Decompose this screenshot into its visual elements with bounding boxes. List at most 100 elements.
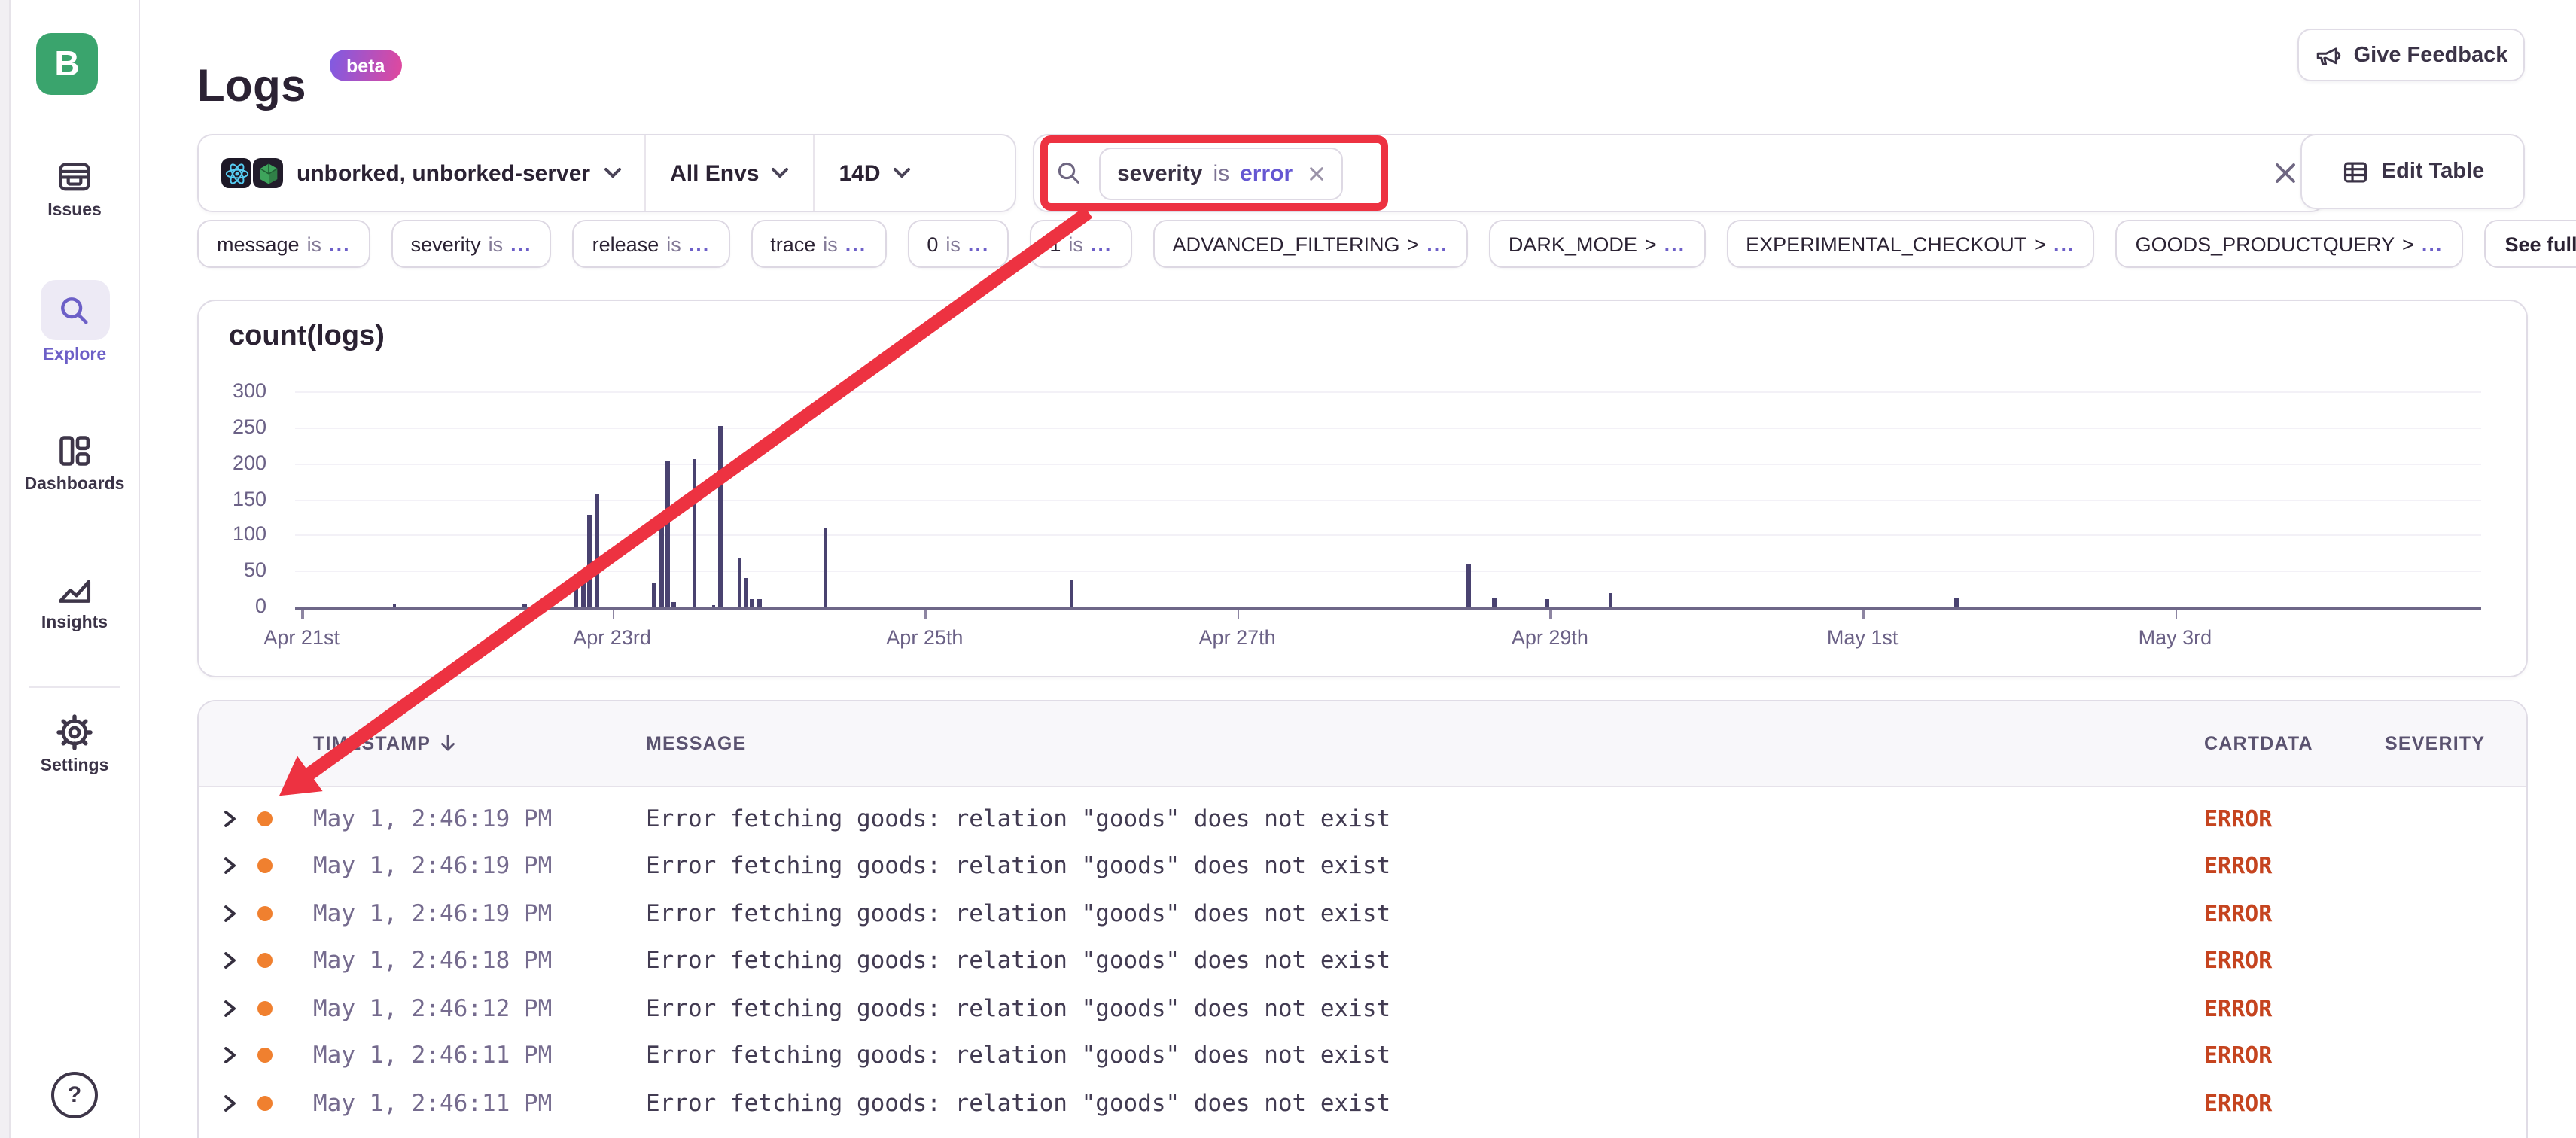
expand-chevron-icon[interactable] — [221, 905, 238, 923]
search-icon — [1055, 160, 1082, 187]
table-row[interactable]: May 1, 2:46:11 PM Error fetching goods: … — [199, 1127, 2526, 1138]
quick-filter-chip[interactable]: 1 is ... — [1030, 220, 1131, 268]
table-row[interactable]: May 1, 2:46:11 PM Error fetching goods: … — [199, 1032, 2526, 1079]
quick-filter-chip[interactable]: EXPERIMENTAL_CHECKOUT > ... — [1726, 220, 2094, 268]
chip-operator: is — [489, 233, 504, 255]
page-title: Logs — [197, 62, 306, 113]
column-header-timestamp[interactable]: TIMESTAMP — [313, 701, 458, 786]
table-row[interactable]: May 1, 2:46:12 PM Error fetching goods: … — [199, 984, 2526, 1032]
quick-filter-chip[interactable]: trace is ... — [751, 220, 886, 268]
project-selector[interactable]: unborked, unborked-server — [199, 135, 644, 211]
row-timestamp: May 1, 2:46:19 PM — [313, 853, 552, 880]
chart-bar — [588, 515, 592, 607]
expand-chevron-icon[interactable] — [221, 857, 238, 875]
chip-ellipsis: ... — [968, 233, 990, 255]
see-full-list-button[interactable]: See full list — [2483, 220, 2576, 268]
expand-chevron-icon[interactable] — [221, 810, 238, 828]
quick-filters-row: message is ... severity is ... release i… — [197, 221, 2576, 266]
y-axis-tick-label: 0 — [199, 595, 266, 617]
table-row[interactable]: May 1, 2:46:18 PM Error fetching goods: … — [199, 937, 2526, 984]
expand-chevron-icon[interactable] — [221, 1000, 238, 1018]
grid-icon — [56, 432, 93, 470]
date-range-selector[interactable]: 14D — [815, 135, 934, 211]
expand-chevron-icon[interactable] — [221, 1094, 238, 1112]
quick-filter-chip[interactable]: 0 is ... — [907, 220, 1009, 268]
quick-filter-chip[interactable]: release is ... — [573, 220, 730, 268]
beta-badge: beta — [330, 50, 401, 81]
sidebar-item-settings[interactable]: Settings — [11, 714, 139, 775]
table-row[interactable]: May 1, 2:46:19 PM Error fetching goods: … — [199, 842, 2526, 890]
chart-bar — [1545, 599, 1548, 607]
table-row[interactable]: May 1, 2:46:19 PM Error fetching goods: … — [199, 795, 2526, 842]
chart-bar — [718, 426, 722, 607]
chart-bar — [672, 602, 676, 607]
chart-line-icon — [56, 571, 93, 608]
row-severity: ERROR — [2204, 1090, 2272, 1117]
quick-filter-chip[interactable]: DARK_MODE > ... — [1489, 220, 1705, 268]
quick-filter-chip[interactable]: GOODS_PRODUCTQUERY > ... — [2116, 220, 2463, 268]
chart-bar — [653, 583, 656, 607]
chip-key: 0 — [927, 233, 938, 255]
chip-ellipsis: ... — [845, 233, 867, 255]
environment-selector[interactable]: All Envs — [646, 135, 813, 211]
chart-bar — [523, 603, 527, 607]
column-header-severity[interactable]: SEVERITY — [2385, 701, 2485, 786]
sidebar-item-explore[interactable]: Explore — [11, 280, 139, 364]
column-header-message[interactable]: MESSAGE — [646, 701, 746, 786]
help-button[interactable]: ? — [51, 1072, 98, 1118]
explore-active-pill — [40, 280, 109, 340]
search-filter-token[interactable]: severity is error — [1099, 147, 1342, 199]
quick-filter-chip[interactable]: ADVANCED_FILTERING > ... — [1153, 220, 1467, 268]
quick-filter-chip[interactable]: message is ... — [197, 220, 370, 268]
row-timestamp: May 1, 2:46:11 PM — [313, 1090, 552, 1117]
edit-table-button[interactable]: Edit Table — [2300, 134, 2525, 209]
quick-filter-chip[interactable]: severity is ... — [391, 220, 552, 268]
token-remove-icon[interactable] — [1308, 165, 1324, 181]
chip-key: DARK_MODE — [1509, 233, 1637, 255]
sidebar-item-label: Insights — [41, 614, 108, 632]
token-operator: is — [1213, 160, 1229, 186]
chip-key: severity — [411, 233, 481, 255]
chip-ellipsis: ... — [1427, 233, 1448, 255]
table-row[interactable]: May 1, 2:46:11 PM Error fetching goods: … — [199, 1079, 2526, 1127]
chevron-down-icon — [604, 167, 622, 179]
row-timestamp: May 1, 2:46:11 PM — [313, 1042, 552, 1070]
chart-bar — [737, 558, 741, 607]
org-logo[interactable]: B — [36, 33, 98, 95]
help-icon: ? — [51, 1072, 98, 1118]
sidebar-item-issues[interactable]: Issues — [11, 158, 139, 220]
x-axis-tick — [1862, 609, 1865, 618]
x-axis-tick — [1550, 609, 1552, 618]
chart-bar — [712, 604, 716, 607]
sidebar-item-dashboards[interactable]: Dashboards — [11, 432, 139, 494]
chart-bar — [823, 528, 827, 607]
chip-ellipsis: ... — [329, 233, 351, 255]
inbox-icon — [56, 158, 93, 196]
x-axis-tick-label: Apr 23rd — [573, 626, 651, 649]
x-axis-tick — [2175, 609, 2177, 618]
chart-bar — [574, 586, 578, 607]
chip-ellipsis: ... — [1091, 233, 1113, 255]
date-range-value: 14D — [839, 160, 880, 186]
search-clear-icon[interactable] — [2267, 155, 2303, 191]
chip-operator: > — [1645, 233, 1657, 255]
sidebar-item-label: Settings — [41, 757, 109, 775]
column-label: SEVERITY — [2385, 733, 2485, 754]
expand-chevron-icon[interactable] — [221, 1047, 238, 1065]
x-axis-tick — [612, 609, 614, 618]
chevron-down-icon — [771, 167, 789, 179]
row-severity: ERROR — [2204, 805, 2272, 832]
project-platform-icons — [221, 158, 283, 188]
column-label: CARTDATA — [2204, 733, 2313, 754]
row-message: Error fetching goods: relation "goods" d… — [646, 900, 1390, 927]
table-row[interactable]: May 1, 2:46:19 PM Error fetching goods: … — [199, 890, 2526, 937]
chart-bar — [1492, 598, 1496, 607]
chip-key: GOODS_PRODUCTQUERY — [2136, 233, 2395, 255]
expand-chevron-icon[interactable] — [221, 952, 238, 970]
severity-dot — [257, 906, 273, 921]
column-header-cartdata[interactable]: CARTDATA — [2204, 701, 2313, 786]
sidebar-item-insights[interactable]: Insights — [11, 571, 139, 632]
search-input[interactable]: severity is error — [1033, 134, 2326, 212]
give-feedback-button[interactable]: Give Feedback — [2297, 29, 2525, 81]
x-axis-tick — [302, 609, 304, 618]
